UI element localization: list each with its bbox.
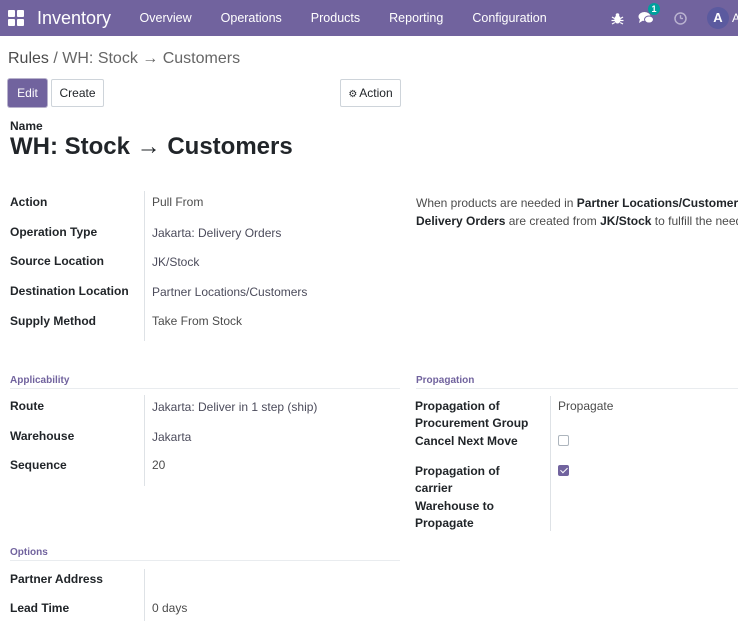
top-navbar: Inventory Overview Operations Products R… xyxy=(0,0,738,36)
breadcrumb-current: WH: Stock → Customers xyxy=(62,50,241,67)
applicability-separator xyxy=(10,388,400,389)
destination-location-link[interactable]: Partner Locations/Customers xyxy=(152,285,307,299)
options-divider xyxy=(144,569,145,621)
menu-configuration[interactable]: Configuration xyxy=(458,11,561,25)
lead-time-value: 0 days xyxy=(152,601,188,615)
propagation-carrier-label: Propagation of carrier xyxy=(415,464,500,495)
rule-help-text: When products are needed in Partner Loca… xyxy=(416,196,738,228)
warehouse-label: Warehouse xyxy=(10,429,75,443)
propagation-section-title: Propagation xyxy=(416,375,475,386)
supply-method-value: Take From Stock xyxy=(152,314,243,328)
applicability-divider xyxy=(144,395,145,486)
app-brand[interactable]: Inventory xyxy=(37,8,111,29)
applicability-section-title: Applicability xyxy=(10,375,70,386)
propagation-divider xyxy=(550,396,551,531)
messages-count-badge: 1 xyxy=(648,3,660,15)
menu-operations[interactable]: Operations xyxy=(206,11,296,25)
messages-chat-icon[interactable]: 1 xyxy=(638,3,660,25)
propagation-group-value: Propagate xyxy=(558,399,614,413)
user-avatar[interactable]: A xyxy=(707,7,729,29)
action-button-label: Action xyxy=(359,86,393,100)
route-label: Route xyxy=(10,399,44,413)
record-name: WH: Stock → Customers xyxy=(10,133,293,160)
operation-type-label: Operation Type xyxy=(10,225,98,239)
apps-menu-icon[interactable] xyxy=(8,10,24,26)
options-section-title: Options xyxy=(10,547,48,558)
breadcrumb-separator: / xyxy=(53,50,58,67)
lead-time-label: Lead Time xyxy=(10,601,70,615)
main-fields-divider xyxy=(144,191,145,341)
propagation-carrier-checkbox[interactable] xyxy=(558,465,569,476)
partner-address-label: Partner Address xyxy=(10,572,103,586)
edit-button[interactable]: Edit xyxy=(8,79,47,107)
activity-clock-icon[interactable] xyxy=(674,11,687,25)
supply-method-label: Supply Method xyxy=(10,314,96,328)
cancel-next-move-label: Cancel Next Move xyxy=(415,434,518,448)
breadcrumb: Rules / WH: Stock → Customers xyxy=(8,50,240,68)
warehouse-link[interactable]: Jakarta xyxy=(152,430,191,444)
create-button[interactable]: Create xyxy=(51,79,104,107)
operation-type-link[interactable]: Jakarta: Delivery Orders xyxy=(152,226,281,240)
action-value: Pull From xyxy=(152,195,204,209)
action-label: Action xyxy=(10,195,48,209)
warehouse-to-propagate-label: Warehouse to Propagate xyxy=(415,499,494,530)
destination-location-label: Destination Location xyxy=(10,284,129,298)
route-link[interactable]: Jakarta: Deliver in 1 step (ship) xyxy=(152,400,317,414)
menu-products[interactable]: Products xyxy=(296,11,374,25)
options-separator xyxy=(10,560,400,561)
menu-overview[interactable]: Overview xyxy=(125,11,206,25)
gear-icon: ⚙ xyxy=(348,89,358,100)
name-label: Name xyxy=(10,119,43,133)
sequence-value: 20 xyxy=(152,458,166,472)
action-dropdown-button[interactable]: ⚙ Action xyxy=(340,79,401,107)
source-location-label: Source Location xyxy=(10,254,105,268)
sequence-label: Sequence xyxy=(10,458,67,472)
cancel-next-move-checkbox[interactable] xyxy=(558,435,569,446)
propagation-group-label: Propagation of Procurement Group xyxy=(415,399,529,430)
menu-reporting[interactable]: Reporting xyxy=(375,11,458,25)
propagation-separator xyxy=(416,388,738,389)
source-location-link[interactable]: JK/Stock xyxy=(152,255,199,269)
user-name[interactable]: A xyxy=(732,11,738,25)
debug-bug-icon[interactable] xyxy=(611,12,624,25)
breadcrumb-rules-link[interactable]: Rules xyxy=(8,50,49,67)
